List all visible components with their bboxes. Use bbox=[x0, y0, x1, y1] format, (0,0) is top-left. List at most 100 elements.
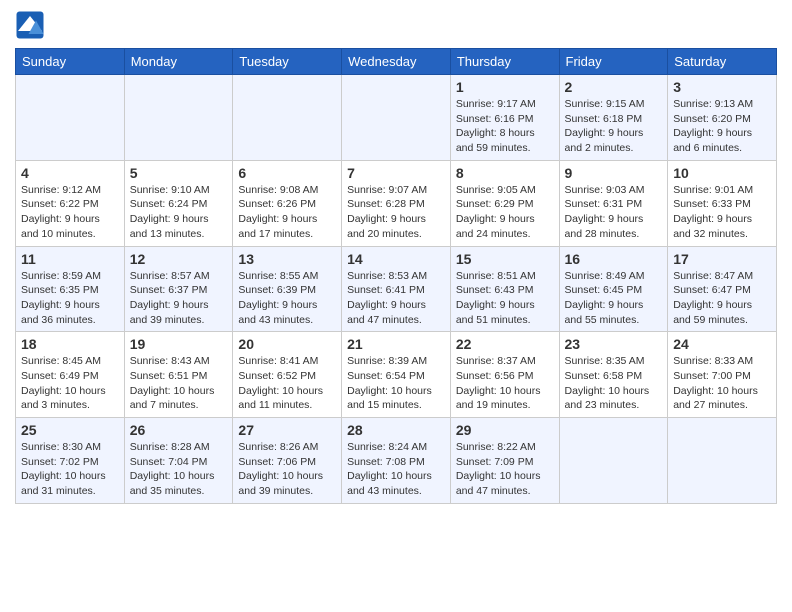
day-info: Sunrise: 8:57 AM Sunset: 6:37 PM Dayligh… bbox=[130, 269, 228, 328]
calendar-cell bbox=[559, 418, 668, 504]
calendar-cell: 25 Sunrise: 8:30 AM Sunset: 7:02 PM Dayli… bbox=[16, 418, 125, 504]
calendar-cell: 23Sunrise: 8:35 AM Sunset: 6:58 PM Dayli… bbox=[559, 332, 668, 418]
calendar-cell: 26 Sunrise: 8:28 AM Sunset: 7:04 PM Dayli… bbox=[124, 418, 233, 504]
calendar-body: 1 Sunrise: 9:17 AM Sunset: 6:16 PM Daylig… bbox=[16, 75, 777, 504]
logo bbox=[15, 10, 49, 40]
day-info: Sunrise: 8:59 AM Sunset: 6:35 PM Dayligh… bbox=[21, 269, 119, 328]
day-info: Sunrise: 9:15 AM Sunset: 6:18 PM Dayligh… bbox=[565, 97, 663, 156]
calendar-cell: 16Sunrise: 8:49 AM Sunset: 6:45 PM Dayli… bbox=[559, 246, 668, 332]
day-number: 12 bbox=[130, 251, 228, 267]
calendar-cell: 3 Sunrise: 9:13 AM Sunset: 6:20 PM Daylig… bbox=[668, 75, 777, 161]
header-cell-saturday: Saturday bbox=[668, 49, 777, 75]
calendar-table: SundayMondayTuesdayWednesdayThursdayFrid… bbox=[15, 48, 777, 504]
calendar-cell: 13 Sunrise: 8:55 AM Sunset: 6:39 PM Dayli… bbox=[233, 246, 342, 332]
day-info: Sunrise: 8:55 AM Sunset: 6:39 PM Dayligh… bbox=[238, 269, 336, 328]
day-number: 18 bbox=[21, 336, 119, 352]
day-info: Sunrise: 8:41 AM Sunset: 6:52 PM Dayligh… bbox=[238, 354, 336, 413]
day-info: Sunrise: 8:47 AM Sunset: 6:47 PM Dayligh… bbox=[673, 269, 771, 328]
calendar-cell: 10 Sunrise: 9:01 AM Sunset: 6:33 PM Dayli… bbox=[668, 160, 777, 246]
day-number: 5 bbox=[130, 165, 228, 181]
calendar-cell: 11 Sunrise: 8:59 AM Sunset: 6:35 PM Dayli… bbox=[16, 246, 125, 332]
day-info: Sunrise: 9:17 AM Sunset: 6:16 PM Dayligh… bbox=[456, 97, 554, 156]
week-row-0: 1 Sunrise: 9:17 AM Sunset: 6:16 PM Daylig… bbox=[16, 75, 777, 161]
calendar-cell bbox=[668, 418, 777, 504]
header-cell-wednesday: Wednesday bbox=[342, 49, 451, 75]
calendar-cell bbox=[124, 75, 233, 161]
day-info: Sunrise: 8:53 AM Sunset: 6:41 PM Dayligh… bbox=[347, 269, 445, 328]
header-cell-sunday: Sunday bbox=[16, 49, 125, 75]
calendar-cell: 1 Sunrise: 9:17 AM Sunset: 6:16 PM Daylig… bbox=[450, 75, 559, 161]
logo-icon bbox=[15, 10, 45, 40]
day-number: 10 bbox=[673, 165, 771, 181]
calendar-cell: 29Sunrise: 8:22 AM Sunset: 7:09 PM Dayli… bbox=[450, 418, 559, 504]
day-info: Sunrise: 8:24 AM Sunset: 7:08 PM Dayligh… bbox=[347, 440, 445, 499]
day-number: 8 bbox=[456, 165, 554, 181]
calendar-cell: 2 Sunrise: 9:15 AM Sunset: 6:18 PM Daylig… bbox=[559, 75, 668, 161]
calendar-cell: 19Sunrise: 8:43 AM Sunset: 6:51 PM Dayli… bbox=[124, 332, 233, 418]
day-number: 28 bbox=[347, 422, 445, 438]
day-number: 23 bbox=[565, 336, 663, 352]
calendar-cell: 5 Sunrise: 9:10 AM Sunset: 6:24 PM Daylig… bbox=[124, 160, 233, 246]
day-info: Sunrise: 8:49 AM Sunset: 6:45 PM Dayligh… bbox=[565, 269, 663, 328]
day-info: Sunrise: 9:07 AM Sunset: 6:28 PM Dayligh… bbox=[347, 183, 445, 242]
day-number: 7 bbox=[347, 165, 445, 181]
day-number: 13 bbox=[238, 251, 336, 267]
day-info: Sunrise: 8:28 AM Sunset: 7:04 PM Dayligh… bbox=[130, 440, 228, 499]
calendar-cell: 20 Sunrise: 8:41 AM Sunset: 6:52 PM Dayli… bbox=[233, 332, 342, 418]
calendar-cell: 17 Sunrise: 8:47 AM Sunset: 6:47 PM Dayli… bbox=[668, 246, 777, 332]
header-cell-tuesday: Tuesday bbox=[233, 49, 342, 75]
calendar-cell: 15 Sunrise: 8:51 AM Sunset: 6:43 PM Dayli… bbox=[450, 246, 559, 332]
day-number: 21 bbox=[347, 336, 445, 352]
day-info: Sunrise: 9:01 AM Sunset: 6:33 PM Dayligh… bbox=[673, 183, 771, 242]
calendar-header: SundayMondayTuesdayWednesdayThursdayFrid… bbox=[16, 49, 777, 75]
calendar-cell bbox=[16, 75, 125, 161]
day-info: Sunrise: 9:10 AM Sunset: 6:24 PM Dayligh… bbox=[130, 183, 228, 242]
day-number: 9 bbox=[565, 165, 663, 181]
day-info: Sunrise: 8:30 AM Sunset: 7:02 PM Dayligh… bbox=[21, 440, 119, 499]
day-info: Sunrise: 8:37 AM Sunset: 6:56 PM Dayligh… bbox=[456, 354, 554, 413]
calendar-cell: 6Sunrise: 9:08 AM Sunset: 6:26 PM Daylig… bbox=[233, 160, 342, 246]
day-info: Sunrise: 8:39 AM Sunset: 6:54 PM Dayligh… bbox=[347, 354, 445, 413]
calendar-cell: 27 Sunrise: 8:26 AM Sunset: 7:06 PM Dayli… bbox=[233, 418, 342, 504]
day-info: Sunrise: 8:26 AM Sunset: 7:06 PM Dayligh… bbox=[238, 440, 336, 499]
day-number: 15 bbox=[456, 251, 554, 267]
header-cell-friday: Friday bbox=[559, 49, 668, 75]
day-info: Sunrise: 8:43 AM Sunset: 6:51 PM Dayligh… bbox=[130, 354, 228, 413]
day-number: 26 bbox=[130, 422, 228, 438]
day-info: Sunrise: 9:03 AM Sunset: 6:31 PM Dayligh… bbox=[565, 183, 663, 242]
week-row-2: 11 Sunrise: 8:59 AM Sunset: 6:35 PM Dayli… bbox=[16, 246, 777, 332]
day-info: Sunrise: 8:51 AM Sunset: 6:43 PM Dayligh… bbox=[456, 269, 554, 328]
day-info: Sunrise: 8:45 AM Sunset: 6:49 PM Dayligh… bbox=[21, 354, 119, 413]
header-cell-monday: Monday bbox=[124, 49, 233, 75]
day-info: Sunrise: 8:22 AM Sunset: 7:09 PM Dayligh… bbox=[456, 440, 554, 499]
calendar-cell bbox=[342, 75, 451, 161]
calendar-cell: 14Sunrise: 8:53 AM Sunset: 6:41 PM Dayli… bbox=[342, 246, 451, 332]
calendar-cell: 12 Sunrise: 8:57 AM Sunset: 6:37 PM Dayli… bbox=[124, 246, 233, 332]
calendar-cell: 4 Sunrise: 9:12 AM Sunset: 6:22 PM Daylig… bbox=[16, 160, 125, 246]
day-info: Sunrise: 9:05 AM Sunset: 6:29 PM Dayligh… bbox=[456, 183, 554, 242]
day-number: 4 bbox=[21, 165, 119, 181]
calendar-cell: 9 Sunrise: 9:03 AM Sunset: 6:31 PM Daylig… bbox=[559, 160, 668, 246]
calendar-cell: 24 Sunrise: 8:33 AM Sunset: 7:00 PM Dayli… bbox=[668, 332, 777, 418]
day-number: 24 bbox=[673, 336, 771, 352]
day-number: 3 bbox=[673, 79, 771, 95]
day-number: 2 bbox=[565, 79, 663, 95]
calendar-cell: 8 Sunrise: 9:05 AM Sunset: 6:29 PM Daylig… bbox=[450, 160, 559, 246]
day-number: 22 bbox=[456, 336, 554, 352]
day-number: 11 bbox=[21, 251, 119, 267]
day-number: 27 bbox=[238, 422, 336, 438]
day-info: Sunrise: 9:12 AM Sunset: 6:22 PM Dayligh… bbox=[21, 183, 119, 242]
week-row-1: 4 Sunrise: 9:12 AM Sunset: 6:22 PM Daylig… bbox=[16, 160, 777, 246]
day-number: 20 bbox=[238, 336, 336, 352]
day-info: Sunrise: 9:13 AM Sunset: 6:20 PM Dayligh… bbox=[673, 97, 771, 156]
header-cell-thursday: Thursday bbox=[450, 49, 559, 75]
header-row: SundayMondayTuesdayWednesdayThursdayFrid… bbox=[16, 49, 777, 75]
day-info: Sunrise: 8:33 AM Sunset: 7:00 PM Dayligh… bbox=[673, 354, 771, 413]
calendar-cell: 21 Sunrise: 8:39 AM Sunset: 6:54 PM Dayli… bbox=[342, 332, 451, 418]
day-number: 1 bbox=[456, 79, 554, 95]
day-info: Sunrise: 9:08 AM Sunset: 6:26 PM Dayligh… bbox=[238, 183, 336, 242]
day-number: 17 bbox=[673, 251, 771, 267]
day-number: 25 bbox=[21, 422, 119, 438]
week-row-4: 25 Sunrise: 8:30 AM Sunset: 7:02 PM Dayli… bbox=[16, 418, 777, 504]
header bbox=[15, 10, 777, 40]
